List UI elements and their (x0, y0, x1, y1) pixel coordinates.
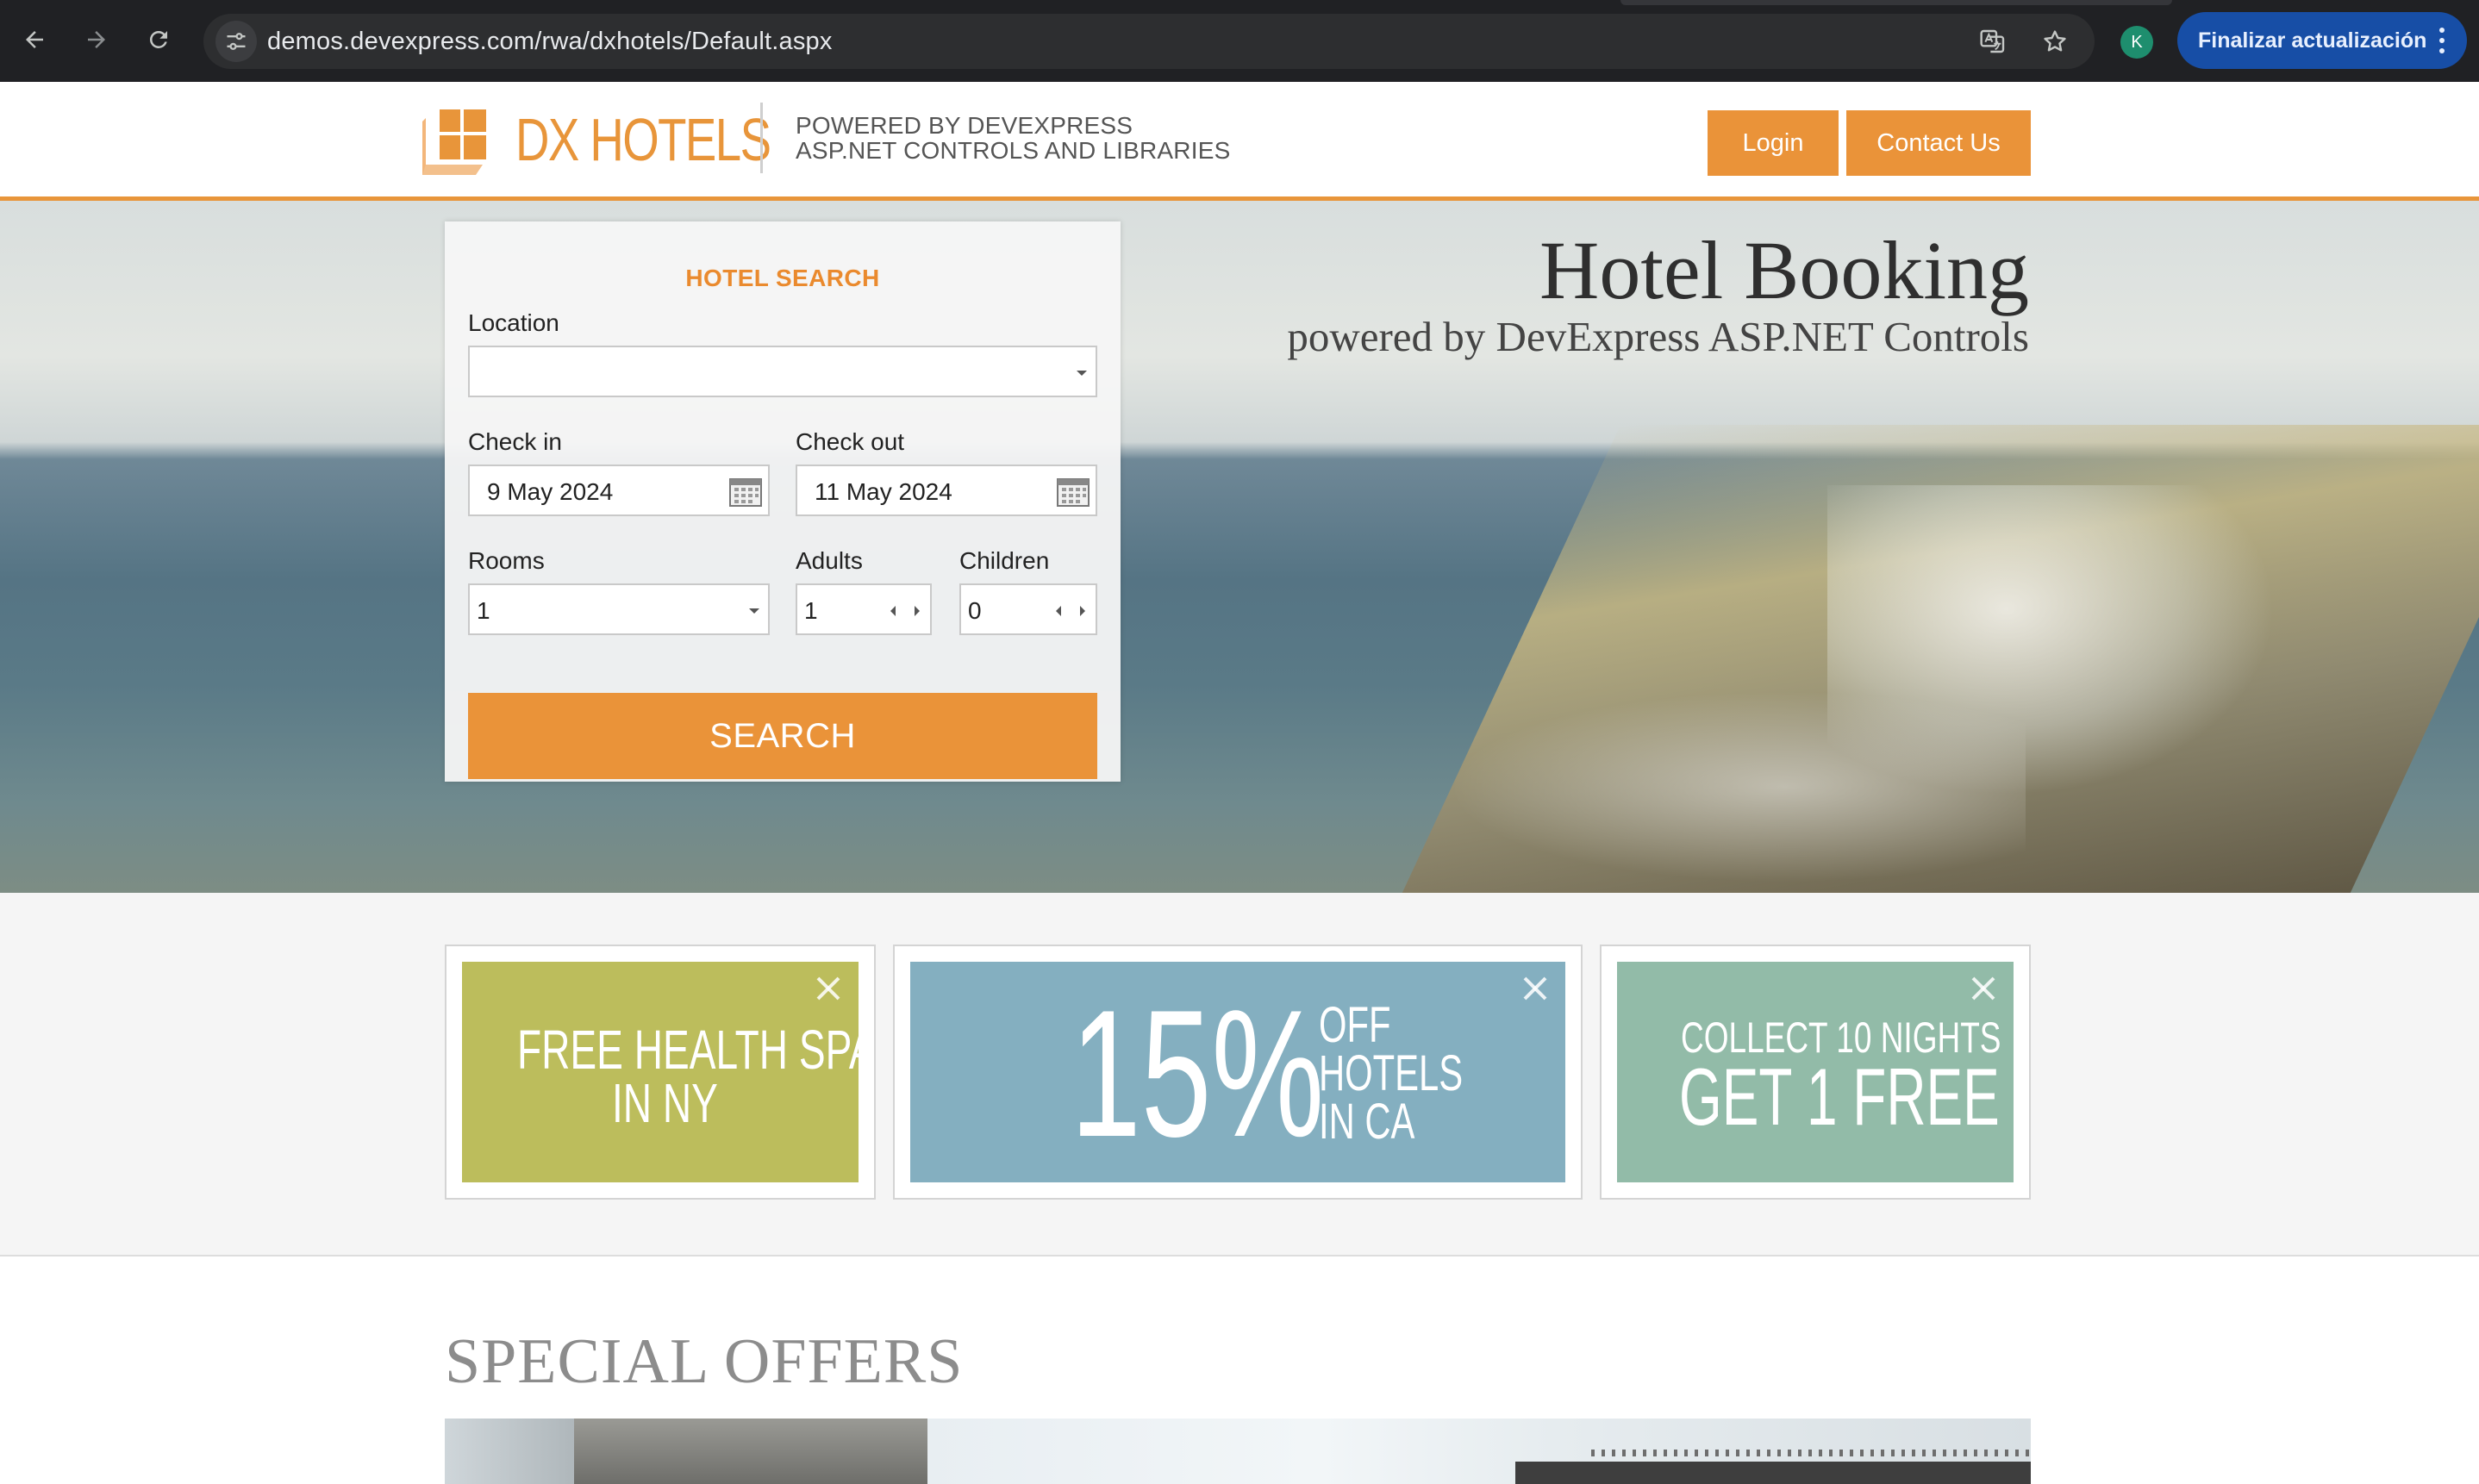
promo-text: FREE HEALTH SPA (517, 1019, 859, 1081)
hero-banner: Hotel Booking powered by DevExpress ASP.… (0, 201, 2479, 893)
railing-decoration (1591, 1450, 2031, 1456)
hotel-search-panel: HOTEL SEARCH Location Check in 9 May 202… (445, 221, 1121, 782)
children-label: Children (959, 547, 1050, 574)
chevron-down-icon[interactable] (1077, 371, 1087, 376)
bookmark-button[interactable] (2036, 22, 2074, 60)
checkin-date-input[interactable]: 9 May 2024 (468, 465, 770, 516)
promo-text: IN NY (612, 1072, 718, 1134)
promo-card-spa[interactable]: FREE HEALTH SPA IN NY (445, 945, 876, 1200)
hero-title: Hotel Booking (1539, 224, 2029, 316)
more-vert-icon (2439, 28, 2445, 53)
promo-band: FREE HEALTH SPA IN NY 15% OFF HOTELS IN … (0, 893, 2479, 1256)
promo-big-text: 15% (1071, 972, 1325, 1175)
checkout-label: Check out (796, 428, 905, 455)
arrow-left-icon (26, 31, 43, 48)
promo-card-nights[interactable]: COLLECT 10 NIGHTS GET 1 FREE (1600, 945, 2031, 1200)
dx-hotels-logo-icon[interactable] (422, 106, 495, 175)
reload-button[interactable] (138, 19, 179, 60)
special-offers-title: SPECIAL OFFERS (445, 1326, 964, 1397)
hero-wave-foam (1422, 683, 2026, 890)
forward-button[interactable] (76, 19, 117, 60)
update-button-label: Finalizar actualización (2198, 28, 2427, 53)
browser-toolbar: demos.devexpress.com/rwa/dxhotels/Defaul… (0, 0, 2479, 82)
decrement-icon[interactable] (890, 606, 896, 616)
site-info-button[interactable] (215, 21, 257, 62)
checkin-value: 9 May 2024 (487, 478, 614, 505)
decrement-icon[interactable] (1056, 606, 1061, 616)
tune-icon (227, 33, 246, 50)
promo-text: IN CA (1319, 1094, 1415, 1150)
translate-button[interactable] (1974, 22, 2012, 60)
offer-caption-bar (1515, 1462, 2031, 1484)
url-host: demos.devexpress.com (267, 28, 535, 55)
rooms-dropdown[interactable]: 1 (468, 583, 770, 635)
close-icon[interactable] (1970, 976, 1996, 1001)
rooms-value: 1 (477, 597, 490, 624)
hero-subtitle: powered by DevExpress ASP.NET Controls (1287, 313, 2029, 360)
hotel-building-image (574, 1419, 927, 1484)
translate-icon (1980, 29, 2005, 53)
powered-line-1: POWERED BY DEVEXPRESS (796, 112, 1133, 139)
hotel-search-title: HOTEL SEARCH (685, 265, 880, 291)
search-button[interactable]: SEARCH (468, 693, 1097, 779)
checkin-label: Check in (468, 428, 562, 455)
powered-line-2: ASP.NET CONTROLS AND LIBRARIES (796, 137, 1231, 164)
reload-icon (150, 31, 167, 48)
calendar-icon[interactable] (1056, 477, 1090, 508)
special-offers-image[interactable] (445, 1419, 2031, 1484)
powered-by-text: POWERED BY DEVEXPRESS ASP.NET CONTROLS A… (796, 113, 1230, 163)
star-icon (2044, 30, 2066, 52)
profile-avatar[interactable]: K (2120, 26, 2153, 59)
promo-banner[interactable]: 15% OFF HOTELS IN CA (910, 962, 1565, 1182)
url-text: demos.devexpress.com/rwa/dxhotels/Defaul… (267, 28, 833, 56)
promo-banner[interactable]: FREE HEALTH SPA IN NY (462, 962, 859, 1182)
checkout-date-input[interactable]: 11 May 2024 (796, 465, 1097, 516)
promo-text: HOTELS (1319, 1045, 1464, 1101)
promo-text: GET 1 FREE (1679, 1051, 2000, 1142)
update-button[interactable]: Finalizar actualización (2177, 12, 2467, 69)
logo-text[interactable]: DX HOTELS (515, 109, 771, 170)
adults-spinner[interactable]: 1 (796, 583, 932, 635)
chevron-down-icon[interactable] (749, 608, 759, 614)
address-bar[interactable]: demos.devexpress.com/rwa/dxhotels/Defaul… (203, 14, 2095, 69)
active-tab-edge (1620, 0, 2172, 5)
calendar-icon[interactable] (728, 477, 763, 508)
promo-banner[interactable]: COLLECT 10 NIGHTS GET 1 FREE (1617, 962, 2014, 1182)
children-value: 0 (968, 597, 982, 624)
header-divider (760, 103, 763, 173)
increment-icon[interactable] (1080, 606, 1085, 616)
location-label: Location (468, 309, 559, 336)
arrow-right-icon (88, 31, 105, 48)
url-path: /rwa/dxhotels/Default.aspx (534, 28, 833, 55)
increment-icon[interactable] (915, 606, 920, 616)
adults-label: Adults (796, 547, 863, 574)
close-icon[interactable] (1522, 976, 1548, 1001)
login-button[interactable]: Login (1708, 110, 1839, 176)
promo-card-discount[interactable]: 15% OFF HOTELS IN CA (893, 945, 1583, 1200)
contact-us-button[interactable]: Contact Us (1846, 110, 2031, 176)
checkout-value: 11 May 2024 (815, 478, 952, 505)
adults-value: 1 (804, 597, 818, 624)
back-button[interactable] (14, 19, 55, 60)
rooms-label: Rooms (468, 547, 545, 574)
site-header: DX HOTELS POWERED BY DEVEXPRESS ASP.NET … (0, 82, 2479, 201)
close-icon[interactable] (815, 976, 841, 1001)
children-spinner[interactable]: 0 (959, 583, 1097, 635)
promo-text: OFF (1319, 997, 1391, 1053)
location-dropdown[interactable] (468, 346, 1097, 397)
